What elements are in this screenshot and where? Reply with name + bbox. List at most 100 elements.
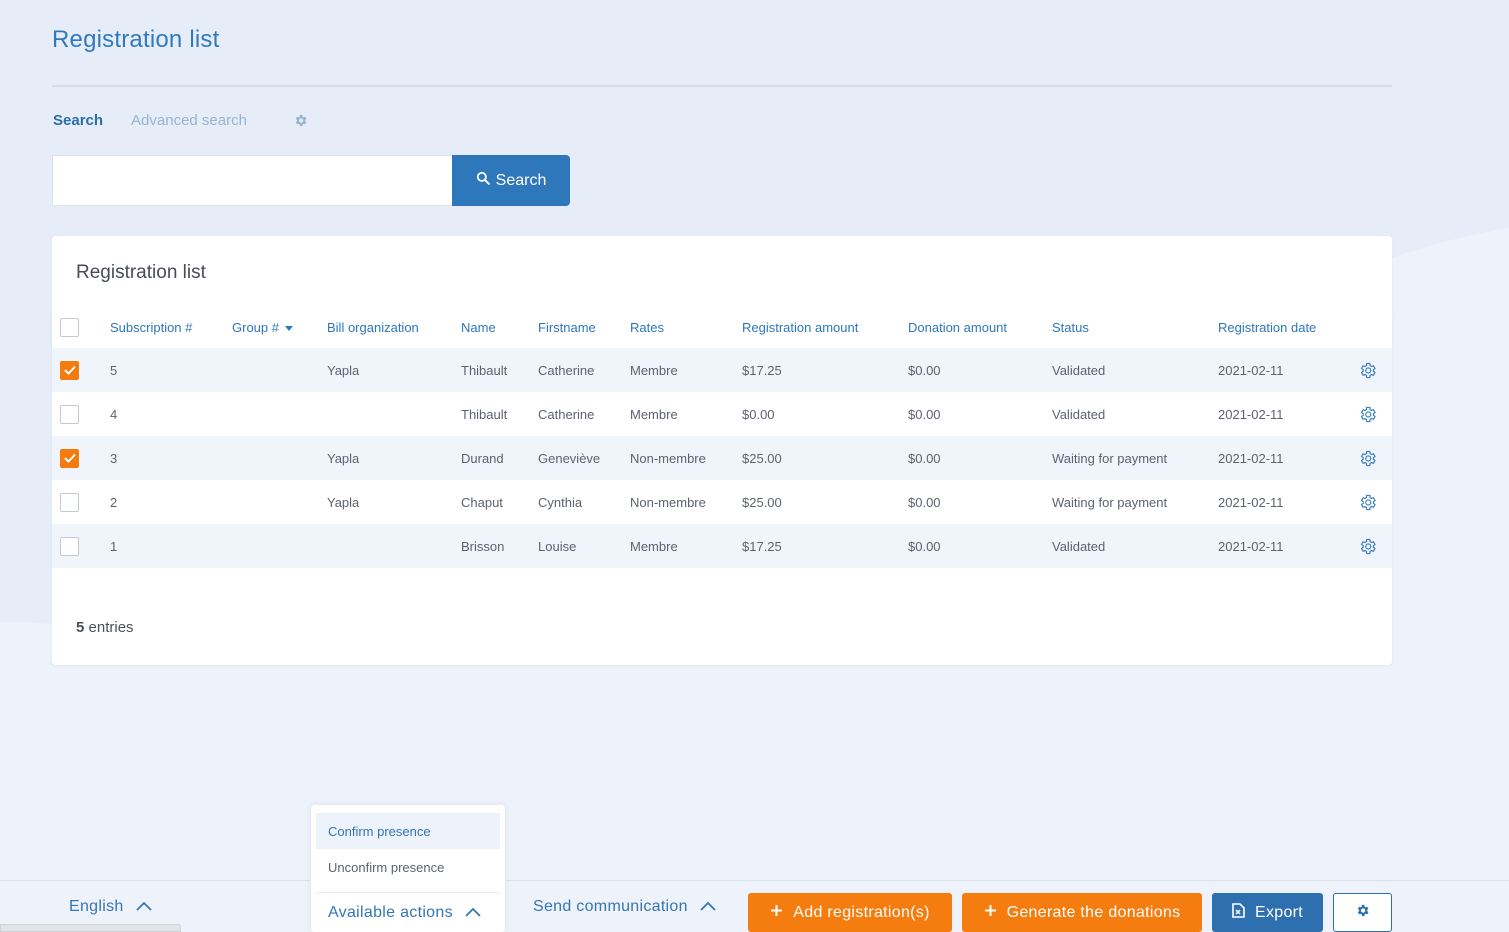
row-checkbox[interactable] [60,492,79,512]
cell-subscription: 1 [110,538,118,554]
row-settings-gear-icon[interactable] [1358,537,1377,556]
cell-status: Validated [1052,406,1106,422]
search-button[interactable]: Search [452,155,570,206]
export-button[interactable]: Export [1212,893,1323,932]
col-status[interactable]: Status [1052,306,1218,348]
cell-name: Durand [461,450,504,466]
menu-item-confirm-presence[interactable]: Confirm presence [316,813,500,849]
col-group[interactable]: Group # [232,306,327,348]
cell-registration-amount: $17.25 [742,538,782,554]
chevron-up-icon [465,904,481,922]
table-row[interactable]: 4 Thibault Catherine Membre $0.00 $0.00 Valida… [52,392,1392,436]
sort-caret-icon [284,325,293,331]
table-row[interactable]: 1 Brisson Louise Membre $17.25 $0.00 Validated… [52,524,1392,568]
settings-button[interactable] [1333,893,1392,932]
add-registration-label: Add registration(s) [793,903,930,921]
send-communication-menu[interactable]: Send communication [533,881,716,932]
cell-donation-amount: $0.00 [908,450,941,466]
cell-donation-amount: $0.00 [908,406,941,422]
table-body: 5 Yapla Thibault Catherine Membre $17.25 $0.00… [52,348,1392,568]
row-checkbox[interactable] [60,448,79,468]
select-all-checkbox[interactable] [60,317,79,337]
cell-name: Thibault [461,406,508,422]
col-registration-amount[interactable]: Registration amount [742,306,908,348]
available-actions-label: Available actions [328,903,453,921]
card-title: Registration list [76,262,206,283]
cell-select [52,436,110,480]
cell-name: Thibault [461,362,508,378]
registration-card: Registration list Subscription # Group #… [52,236,1392,665]
add-registration-button[interactable]: Add registration(s) [748,893,952,932]
cell-firstname: Cynthia [538,494,583,510]
available-actions-toggle[interactable]: Available actions [328,893,481,932]
cell-subscription: 2 [110,494,118,510]
cell-firstname: Catherine [538,362,595,378]
send-communication-label: Send communication [533,898,688,915]
col-donation-amount[interactable]: Donation amount [908,306,1052,348]
export-label: Export [1254,903,1304,921]
row-settings-gear-icon[interactable] [1358,361,1377,380]
table-row[interactable]: 5 Yapla Thibault Catherine Membre $17.25 $0.00… [52,348,1392,392]
row-checkbox[interactable] [60,404,79,424]
cell-bill-organization: Yapla [327,494,360,510]
search-icon [476,171,490,190]
generate-donations-button[interactable]: Generate the donations [962,893,1202,932]
search-tabs: Search Advanced search [53,112,308,129]
col-name[interactable]: Name [461,306,538,348]
cell-registration-date: 2021-02-11 [1218,450,1284,466]
entries-count: 5 [76,619,85,636]
cell-subscription: 4 [110,406,118,422]
cell-firstname: Catherine [538,406,595,422]
cell-registration-date: 2021-02-11 [1218,494,1284,510]
col-subscription[interactable]: Subscription # [110,306,232,348]
tab-search[interactable]: Search [53,112,103,129]
col-rates[interactable]: Rates [630,306,742,348]
gear-icon [1355,903,1370,923]
tab-advanced-search[interactable]: Advanced search [131,112,247,129]
cell-select [52,480,110,524]
cell-name: Brisson [461,538,505,554]
col-bill-organization[interactable]: Bill organization [327,306,461,348]
cell-donation-amount: $0.00 [908,494,941,510]
generate-donations-label: Generate the donations [1006,903,1181,921]
row-settings-gear-icon[interactable] [1358,405,1377,424]
row-checkbox[interactable] [60,360,79,380]
file-export-icon [1232,902,1245,923]
entries-summary: 5 entries [76,619,134,636]
cell-rate: Membre [630,406,678,422]
cell-registration-amount: $0.00 [742,406,775,422]
cell-firstname: Louise [538,538,577,554]
cell-status: Waiting for payment [1052,450,1168,466]
cell-registration-amount: $17.25 [742,362,782,378]
cell-status: Validated [1052,362,1106,378]
cell-registration-date: 2021-02-11 [1218,362,1284,378]
table-header-row: Subscription # Group # Bill organization… [52,306,1392,348]
cell-registration-amount: $25.00 [742,450,782,466]
cell-group [232,392,327,436]
col-firstname[interactable]: Firstname [538,306,630,348]
cell-select [52,524,110,568]
cell-donation-amount: $0.00 [908,538,941,554]
chevron-up-icon [700,898,716,916]
cell-bill-organization: Yapla [327,450,360,466]
cell-rate: Non-membre [630,494,706,510]
table-row[interactable]: 3 Yapla Durand Geneviève Non-membre $25.00 $0.… [52,436,1392,480]
col-registration-date[interactable]: Registration date [1218,306,1342,348]
cell-subscription: 3 [110,450,118,466]
row-settings-gear-icon[interactable] [1358,493,1377,512]
cell-select [52,392,110,436]
cell-select [52,348,110,392]
cell-registration-amount: $25.00 [742,494,782,510]
cell-name: Chaput [461,494,503,510]
cell-rate: Non-membre [630,450,706,466]
cell-registration-date: 2021-02-11 [1218,406,1284,422]
row-settings-gear-icon[interactable] [1358,449,1377,468]
row-checkbox[interactable] [60,536,79,556]
cell-group [232,524,327,568]
plus-icon [984,904,997,922]
search-input[interactable] [52,155,453,206]
gear-icon[interactable] [293,113,308,128]
menu-item-unconfirm-presence[interactable]: Unconfirm presence [316,849,500,885]
table-row[interactable]: 2 Yapla Chaput Cynthia Non-membre $25.00 $0.00… [52,480,1392,524]
language-label: English [69,898,124,915]
